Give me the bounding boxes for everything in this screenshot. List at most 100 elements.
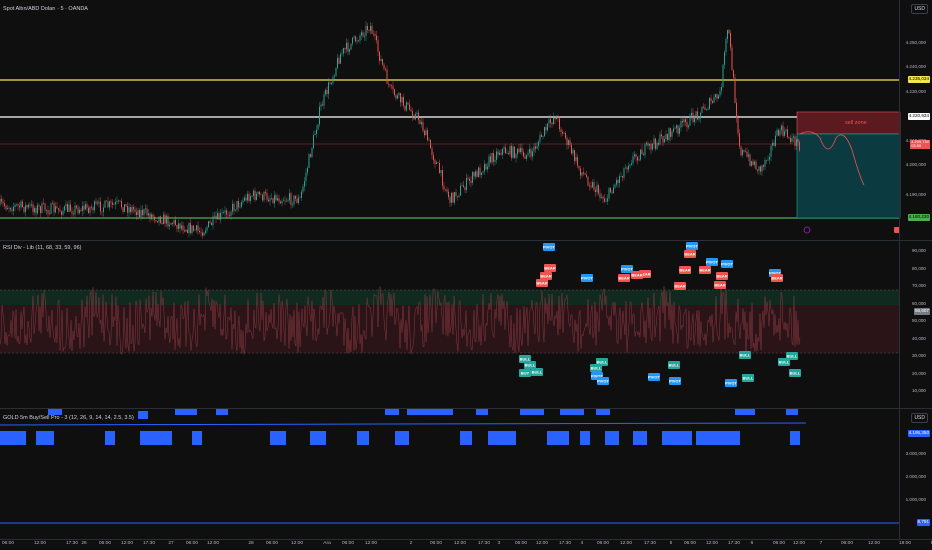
sell-zone-label: sell zone <box>845 120 867 126</box>
candle-body <box>688 125 689 128</box>
candle-body <box>112 202 113 205</box>
rsi-tick: 70,000 <box>911 283 926 288</box>
candle-body <box>565 132 566 139</box>
price-chart[interactable] <box>0 0 932 240</box>
rsi-chart[interactable]: PIVOT PIVOTPIVOTPIVOTPIVOT PIVOTPIVOTBEARB… <box>0 241 932 408</box>
symbol-title[interactable]: Spot Altın/ABD Doları · 5 · OANDA <box>3 6 88 12</box>
time-tick: 12:00 <box>290 541 304 546</box>
candle-body <box>325 89 326 95</box>
signal-bar-bottom <box>357 431 369 445</box>
candle-body <box>433 155 434 161</box>
candle-body <box>355 36 356 42</box>
candle-body <box>182 225 184 231</box>
candle-body <box>335 67 337 76</box>
candle-body <box>389 84 391 86</box>
candle-body <box>55 206 56 213</box>
rsi-tick: 60,000 <box>911 301 926 306</box>
currency-button[interactable]: USD <box>911 413 928 423</box>
candle-body <box>497 151 499 155</box>
gold-title[interactable]: GOLD 5m Buy/Sell Pro - 3 (12, 26, 9, 14,… <box>3 415 134 421</box>
candle-body <box>574 150 575 161</box>
candle-body <box>692 112 694 122</box>
candle-body <box>95 201 97 204</box>
signal-bar-bottom <box>192 431 202 445</box>
candle-body <box>752 161 754 165</box>
green-level-tag: 4.180,230 <box>907 214 930 221</box>
rsi-title[interactable]: RSI Div - Lib (11, 68, 33, 59, 96) <box>3 245 81 251</box>
candle-body <box>625 167 626 169</box>
candle-body <box>655 138 656 149</box>
candle-body <box>737 118 739 134</box>
candle-body <box>190 223 191 234</box>
candle-body <box>763 165 764 167</box>
candle-body <box>388 83 389 85</box>
candle-body <box>148 213 149 216</box>
candle-body <box>46 209 47 211</box>
candle-body <box>712 101 713 103</box>
candle-body <box>337 58 338 68</box>
signal-bar-bottom <box>310 431 326 445</box>
candle-body <box>503 147 505 149</box>
rsi-bull-label: BULL <box>787 354 798 359</box>
candle-body <box>694 118 695 122</box>
price-tick: 4.200,000 <box>905 162 926 167</box>
candle-body <box>329 82 331 84</box>
candle-body <box>149 213 151 220</box>
candle-body <box>383 64 385 69</box>
candle-body <box>607 198 608 202</box>
rsi-axis[interactable]: 90,000 80,000 70,000 60,000 50,000 40,00… <box>899 241 932 408</box>
gold-chart[interactable] <box>0 409 932 539</box>
candle-body <box>409 104 410 110</box>
candle-body <box>350 43 352 50</box>
candle-body <box>191 225 193 234</box>
candle-body <box>478 167 479 178</box>
signal-bar-bottom <box>105 431 115 445</box>
candle-body <box>464 187 466 190</box>
candle-body <box>178 223 179 229</box>
candle-body <box>769 156 770 160</box>
candle-body <box>256 193 257 200</box>
time-tick: 06:00 <box>1 541 15 546</box>
candle-body <box>251 196 253 197</box>
time-tick: 27 <box>168 541 174 546</box>
candle-body <box>707 108 709 110</box>
candle-body <box>208 221 209 228</box>
rsi-pane[interactable]: PIVOT PIVOT PIVOT PIVOT PIVOT PIVOT PIVOT BEAR B… <box>0 241 932 408</box>
candle-body <box>43 203 44 205</box>
candle-body <box>740 146 742 156</box>
price-axis[interactable]: USD 4.250,000 4.240,000 4.230,000 4.210,… <box>899 0 932 240</box>
candle-body <box>596 185 598 193</box>
gold-pane[interactable]: GOLD 5m Buy/Sell Pro - 3 (12, 26, 9, 14,… <box>0 409 932 539</box>
candle-body <box>211 222 212 226</box>
candle-body <box>16 204 17 205</box>
candle-body <box>787 129 788 138</box>
rsi-pivot-label: PIVOT <box>648 375 661 380</box>
candle-body <box>262 194 263 201</box>
candle-body <box>637 157 638 161</box>
price-tick: 4.250,000 <box>905 40 926 45</box>
candle-body <box>421 122 422 125</box>
candle-body <box>344 48 346 50</box>
candle-body <box>706 109 707 111</box>
candle-body <box>245 197 247 201</box>
time-tick: 06:00 <box>341 541 355 546</box>
candle-body <box>695 111 697 119</box>
candle-body <box>14 204 16 208</box>
candle-body <box>206 227 208 231</box>
candle-body <box>326 89 328 94</box>
candle-body <box>623 168 625 178</box>
candle-body <box>22 201 23 207</box>
candle-body <box>187 229 188 234</box>
time-axis[interactable]: 06:00 12:00 17:30 26 06:00 12:00 17:30 27 06:00 1… <box>0 539 932 550</box>
signal-bar-top <box>385 409 399 415</box>
candle-body <box>677 125 679 134</box>
target-zone-box <box>796 133 901 219</box>
candle-body <box>377 40 379 52</box>
candle-body <box>364 36 365 37</box>
candle-body <box>755 161 757 170</box>
candle-body <box>295 195 296 199</box>
candle-body <box>323 94 325 106</box>
candle-body <box>758 166 760 171</box>
currency-button[interactable]: USD <box>911 4 928 14</box>
price-pane[interactable]: Spot Altın/ABD Doları · 5 · OANDA USD 4.… <box>0 0 932 240</box>
